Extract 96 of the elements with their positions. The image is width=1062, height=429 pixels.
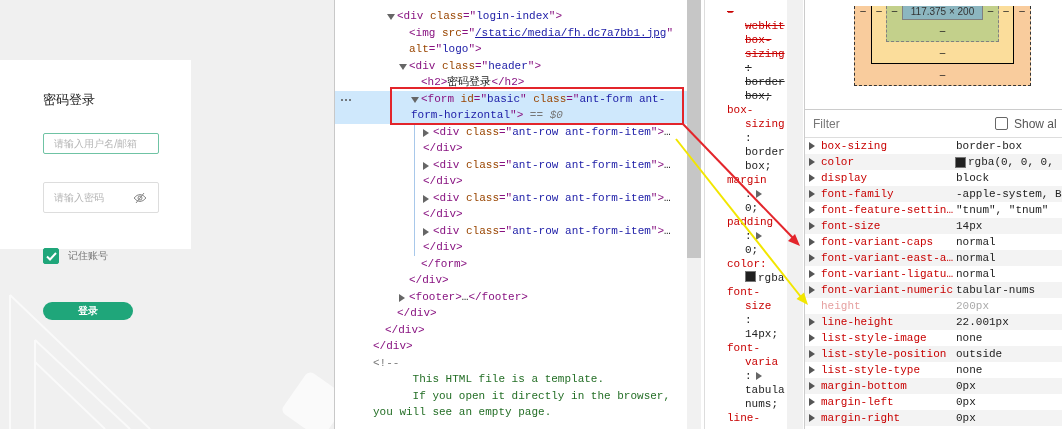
caret-down-icon[interactable] — [399, 63, 407, 70]
caret-right-icon[interactable] — [423, 194, 429, 203]
remember-checkbox[interactable] — [43, 248, 59, 264]
tree-item[interactable]: </div> — [335, 338, 687, 355]
property-value: normal — [956, 236, 996, 248]
padding-value: – — [939, 25, 946, 36]
property-name: margin-bottom — [821, 380, 907, 392]
tree-item[interactable]: <div class="ant-row ant-form-item">… </div> — [335, 189, 687, 223]
caret-right-icon[interactable] — [399, 293, 405, 302]
property-name: list-style-image — [821, 332, 927, 344]
property-name: list-style-type — [821, 364, 921, 376]
property-name: display — [821, 172, 868, 184]
username-field[interactable]: 请输入用户名/邮箱 — [43, 133, 159, 154]
property-row[interactable]: line-height 22.001px — [805, 314, 1062, 330]
property-value: 200px — [956, 300, 989, 312]
property-name: font-variant-ligatu… — [821, 268, 954, 280]
tree-item[interactable]: <div class="ant-row ant-form-item">… </div> — [335, 156, 687, 190]
property-value: 0px — [956, 412, 976, 424]
css-declaration[interactable]: font- varia : tabula nums; — [727, 341, 787, 411]
login-title: 密码登录 — [43, 92, 95, 108]
tree-item[interactable]: </div> — [335, 272, 687, 289]
property-name: color — [821, 156, 854, 168]
caret-down-icon[interactable] — [387, 14, 395, 20]
property-value: normal — [956, 252, 996, 264]
padding-value: – — [890, 6, 899, 16]
tree-item[interactable]: <div class="ant-row ant-form-item">… </div> — [335, 222, 687, 256]
margin-value: – — [859, 6, 867, 16]
property-name: height — [821, 300, 861, 312]
property-name: list-style-position — [821, 348, 947, 360]
tree-item[interactable]: <div class="header"> — [335, 57, 687, 74]
property-value: "tnum", "tnum" — [956, 204, 1049, 216]
property-value: -apple-system, B — [956, 188, 1062, 200]
tree-item[interactable]: </form> — [335, 255, 687, 272]
property-row[interactable]: margin-bottom 0px — [805, 378, 1062, 394]
property-value: 22.001px — [956, 316, 1009, 328]
property-value: border-box — [956, 140, 1022, 152]
property-name: line-height — [821, 316, 894, 328]
property-name: font-family — [821, 188, 894, 200]
tree-item[interactable]: <div class="login-index"> — [335, 8, 687, 25]
property-name: box-sizing — [821, 140, 887, 152]
margin-value: – — [939, 69, 946, 80]
property-name: font-variant-east-a… — [821, 252, 954, 264]
property-row[interactable]: margin-right 0px — [805, 410, 1062, 426]
property-value: block — [956, 172, 989, 184]
css-declaration[interactable]: box- sizing : border box; — [727, 103, 787, 173]
border-value: – — [939, 47, 946, 58]
caret-down-icon[interactable] — [411, 96, 419, 103]
property-name: margin-left — [821, 396, 894, 408]
show-all-checkbox[interactable] — [995, 117, 1008, 130]
property-value: rgba(0, 0, 0, — [968, 156, 1054, 168]
property-value: 0px — [956, 380, 976, 392]
property-value: none — [956, 364, 983, 376]
checkbox-label: 记住账号 — [68, 249, 108, 263]
more-icon[interactable] — [340, 97, 352, 102]
caret-right-icon[interactable] — [423, 227, 429, 236]
password-field[interactable]: 请输入密码 — [43, 182, 159, 213]
tree-item[interactable]: <footer>…</footer> — [335, 288, 687, 305]
property-value: tabular-nums — [956, 284, 1036, 296]
content-size: 117.375 × 200 — [902, 6, 983, 20]
property-value: none — [956, 332, 983, 344]
property-row[interactable]: font-size 14px — [805, 218, 1062, 234]
tree-item[interactable]: </div> — [335, 321, 687, 338]
margin-value: – — [1018, 6, 1026, 16]
tree-item[interactable]: </div> — [335, 305, 687, 322]
color-swatch — [955, 157, 966, 168]
property-name: font-feature-settin… — [821, 204, 954, 216]
border-value: – — [1002, 6, 1010, 16]
css-declaration[interactable]: – webkit box- sizing : border box; — [727, 5, 787, 103]
property-name: font-variant-caps — [821, 236, 934, 248]
property-name: font-size — [821, 220, 881, 232]
caret-right-icon[interactable] — [423, 128, 429, 137]
checkbox-label: Show al — [1014, 116, 1057, 131]
property-row[interactable]: list-style-position outside — [805, 346, 1062, 362]
property-row[interactable]: color rgba(0, 0, 0, — [805, 154, 1062, 170]
property-value: 14px — [956, 220, 983, 232]
tree-item[interactable]: <div class="ant-row ant-form-item">… </div> — [335, 123, 687, 157]
property-row[interactable]: font-family -apple-system, B — [805, 186, 1062, 202]
property-name: font-variant-numeric — [821, 284, 954, 296]
caret-right-icon[interactable] — [423, 161, 429, 170]
property-value: normal — [956, 268, 996, 280]
property-value: outside — [956, 348, 1003, 360]
tree-item[interactable]: <img src="/static/media/fh.dc7a7bb1.jpg" alt="logo"> — [335, 24, 687, 58]
css-declaration[interactable]: font- size : 14px; — [727, 285, 787, 341]
eye-slash-icon[interactable] — [133, 192, 147, 204]
css-declaration[interactable]: line- — [727, 411, 787, 425]
property-row[interactable]: font-variant-numeric tabular-nums — [805, 282, 1062, 298]
property-name: margin-right — [821, 412, 901, 424]
tree-item[interactable]: <!-- This HTML file is a template. If you open it directly in the browser, you will see an empty page. — [335, 354, 687, 421]
tree-item[interactable]: <form id="basic" class="ant-form ant- form-horizontal"> == $0 — [335, 90, 687, 124]
scrollbar-thumb[interactable] — [687, 0, 701, 258]
tree-item[interactable]: <h2>密码登录</h2> — [335, 74, 687, 91]
css-declaration[interactable]: color: rgba — [727, 257, 787, 285]
property-row[interactable]: font-variant-east-a… normal — [805, 250, 1062, 266]
padding-value: – — [986, 6, 995, 16]
border-value: – — [875, 6, 883, 16]
property-value: 0px — [956, 396, 976, 408]
